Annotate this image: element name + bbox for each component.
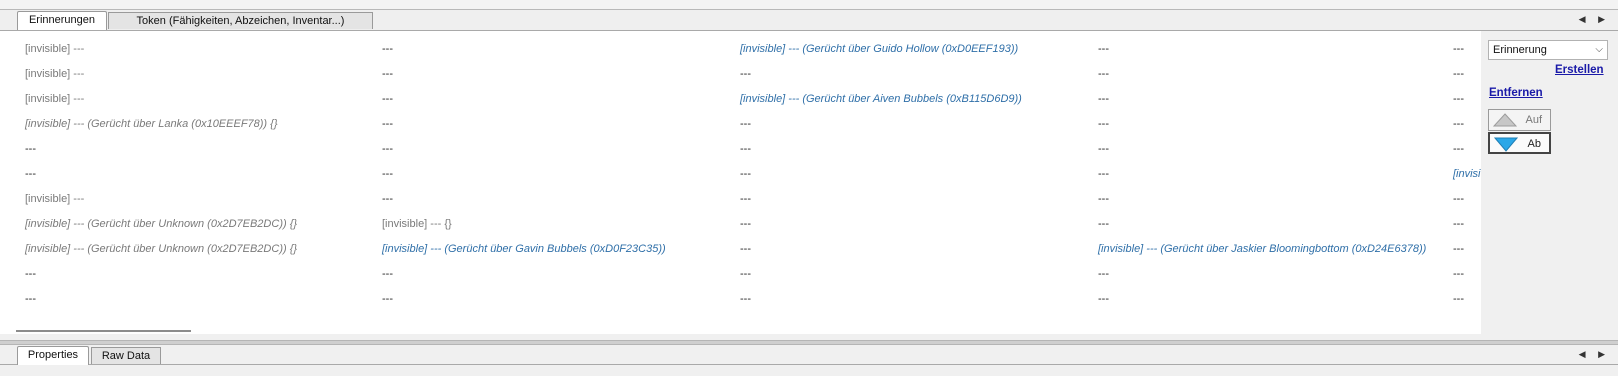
top-tab-bar: Erinnerungen Token (Fähigkeiten, Abzeich… bbox=[0, 10, 1618, 31]
tab-raw-data[interactable]: Raw Data bbox=[91, 347, 161, 364]
table-cell: [invisible] --- bbox=[25, 68, 85, 80]
create-button[interactable]: Erstellen bbox=[1555, 64, 1604, 76]
table-cell: --- bbox=[1098, 293, 1109, 305]
table-cell: --- bbox=[740, 218, 751, 230]
move-down-label: Ab bbox=[1527, 138, 1541, 150]
table-row: [invisible] --- (Gerücht über Unknown (0… bbox=[0, 212, 1481, 237]
type-select[interactable]: Erinnerung ⌵ bbox=[1488, 40, 1608, 60]
up-arrow-icon bbox=[1493, 113, 1517, 127]
table-cell: --- bbox=[740, 243, 751, 255]
chevron-down-icon: ⌵ bbox=[1595, 44, 1603, 55]
table-cell: --- bbox=[1453, 293, 1464, 305]
table-cell: --- bbox=[740, 193, 751, 205]
table-cell[interactable]: [invisible] --- (Gerücht über Guido Holl… bbox=[740, 42, 1018, 56]
table-cell: [invisible] --- {} bbox=[382, 218, 452, 230]
table-row: [invisible] --- --- --- --- --- bbox=[0, 187, 1481, 212]
table-row: [invisible] --- --- [invisible] --- (Gerüc… bbox=[0, 87, 1481, 112]
table-cell: --- bbox=[382, 293, 393, 305]
table-cell: --- bbox=[740, 293, 751, 305]
table-row: [invisible] --- --- [invisible] --- (Gerüc… bbox=[0, 37, 1481, 62]
table-cell: [invisible] --- bbox=[25, 43, 85, 55]
table-cell: --- bbox=[1453, 118, 1464, 130]
table-cell: --- bbox=[25, 168, 36, 180]
table-cell: --- bbox=[25, 268, 36, 280]
table-row: --- --- --- --- --- bbox=[0, 287, 1481, 312]
bottom-tab-bar: Properties Raw Data ◀ ▶ bbox=[0, 345, 1618, 365]
down-arrow-icon bbox=[1494, 137, 1518, 152]
table-cell[interactable]: [invisible] --- (Gerücht über Aiven Bubb… bbox=[740, 92, 1022, 106]
table-cell: --- bbox=[382, 118, 393, 130]
table-row: --- --- --- --- [invisi bbox=[0, 162, 1481, 187]
move-up-label: Auf bbox=[1525, 114, 1542, 126]
horizontal-scrollbar[interactable] bbox=[16, 330, 191, 332]
table-cell: --- bbox=[740, 118, 751, 130]
table-row: [invisible] --- --- --- --- --- bbox=[0, 62, 1481, 87]
table-cell: --- bbox=[1098, 143, 1109, 155]
move-up-button[interactable]: Auf bbox=[1488, 109, 1551, 131]
table-cell: --- bbox=[382, 268, 393, 280]
table-cell: --- bbox=[740, 68, 751, 80]
table-cell: --- bbox=[382, 43, 393, 55]
table-cell[interactable]: [invisi bbox=[1453, 167, 1481, 181]
top-strip bbox=[0, 0, 1618, 10]
table-cell: --- bbox=[382, 168, 393, 180]
table-cell: --- bbox=[1098, 118, 1109, 130]
table-cell: --- bbox=[1453, 193, 1464, 205]
table-cell: --- bbox=[1453, 268, 1464, 280]
table-cell: [invisible] --- (Gerücht über Unknown (0… bbox=[25, 218, 298, 230]
table-cell: --- bbox=[382, 193, 393, 205]
table-cell: [invisible] --- (Gerücht über Lanka (0x1… bbox=[25, 118, 278, 130]
table-row: [invisible] --- (Gerücht über Lanka (0x1… bbox=[0, 112, 1481, 137]
table-cell: --- bbox=[382, 93, 393, 105]
table-cell: --- bbox=[1453, 143, 1464, 155]
table-row: --- --- --- --- --- bbox=[0, 137, 1481, 162]
tab-erinnerungen[interactable]: Erinnerungen bbox=[17, 11, 107, 30]
table-cell: --- bbox=[1453, 218, 1464, 230]
memories-grid: [invisible] --- --- [invisible] --- (Gerüc… bbox=[0, 31, 1481, 334]
table-cell: --- bbox=[1453, 243, 1464, 255]
remove-button[interactable]: Entfernen bbox=[1489, 87, 1543, 99]
side-panel: Erinnerung ⌵ Erstellen Entfernen Auf Ab bbox=[1481, 31, 1618, 334]
table-cell[interactable]: [invisible] --- (Gerücht über Gavin Bubb… bbox=[382, 242, 666, 256]
table-cell: --- bbox=[1098, 68, 1109, 80]
table-cell: --- bbox=[382, 143, 393, 155]
bottom-tab-scroll-arrows[interactable]: ◀ ▶ bbox=[1579, 349, 1610, 360]
type-select-value: Erinnerung bbox=[1493, 44, 1547, 56]
table-cell: [invisible] --- (Gerücht über Unknown (0… bbox=[25, 243, 298, 255]
tab-token[interactable]: Token (Fähigkeiten, Abzeichen, Inventar.… bbox=[108, 12, 373, 29]
table-cell: --- bbox=[1098, 43, 1109, 55]
table-cell: --- bbox=[1098, 268, 1109, 280]
table-row: --- --- --- --- --- bbox=[0, 262, 1481, 287]
table-cell: --- bbox=[1453, 68, 1464, 80]
move-down-button[interactable]: Ab bbox=[1488, 132, 1551, 154]
table-cell: --- bbox=[740, 143, 751, 155]
properties-area bbox=[0, 365, 1618, 376]
table-cell: [invisible] --- bbox=[25, 93, 85, 105]
table-row: [invisible] --- (Gerücht über Unknown (0… bbox=[0, 237, 1481, 262]
table-cell: --- bbox=[1098, 193, 1109, 205]
tab-properties[interactable]: Properties bbox=[17, 346, 89, 365]
table-cell: [invisible] --- bbox=[25, 193, 85, 205]
tab-scroll-arrows[interactable]: ◀ ▶ bbox=[1579, 14, 1610, 25]
table-cell: --- bbox=[1453, 93, 1464, 105]
table-cell: --- bbox=[25, 143, 36, 155]
table-cell: --- bbox=[740, 168, 751, 180]
table-cell: --- bbox=[740, 268, 751, 280]
table-cell[interactable]: [invisible] --- (Gerücht über Jaskier Bl… bbox=[1098, 242, 1426, 256]
table-cell: --- bbox=[1098, 93, 1109, 105]
table-cell: --- bbox=[1098, 168, 1109, 180]
table-cell: --- bbox=[1098, 218, 1109, 230]
table-cell: --- bbox=[1453, 43, 1464, 55]
table-cell: --- bbox=[25, 293, 36, 305]
table-cell: --- bbox=[382, 68, 393, 80]
